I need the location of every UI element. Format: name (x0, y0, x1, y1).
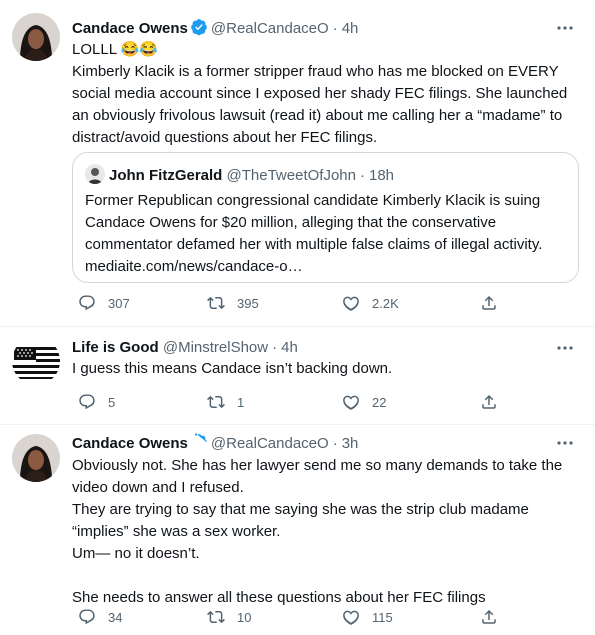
share-icon (482, 394, 496, 409)
retweet-icon (207, 395, 225, 409)
quote-timestamp: 18h (368, 167, 395, 184)
tweet-3[interactable]: Candace Owens @RealCandaceO · 3h Obviously … (0, 425, 595, 635)
tweet-header: Candace Owens @RealCandaceO · 4h (72, 18, 358, 42)
tweet-line: LOLLL 😂😂 (72, 41, 159, 58)
like-button[interactable]: 22 (342, 392, 386, 412)
avatar[interactable] (12, 13, 60, 61)
tweet-header: Life is Good @MinstrelShow · 4h (72, 339, 298, 356)
like-button[interactable]: 2.2K (342, 293, 399, 313)
reply-button[interactable]: 5 (78, 392, 115, 412)
more-icon[interactable] (555, 338, 575, 358)
like-count: 22 (372, 394, 387, 410)
like-icon (343, 395, 359, 410)
tweet-actions: 307 395 2.2K (72, 293, 512, 313)
reply-count: 5 (108, 394, 116, 410)
reply-count: 34 (108, 609, 123, 625)
retweet-button[interactable]: 10 (207, 607, 251, 627)
share-button[interactable] (480, 607, 498, 627)
quote-line: Candace Owens for $20 million, alleging … (85, 214, 497, 231)
tweet-line: Obviously not. She has her lawyer send m… (72, 457, 563, 474)
display-name[interactable]: Life is Good (72, 339, 159, 356)
reply-icon (79, 295, 95, 311)
quoted-tweet[interactable]: John FitzGerald @TheTweetOfJohn · 18h Form… (72, 152, 579, 283)
share-button[interactable] (480, 392, 498, 412)
retweet-count: 1 (237, 394, 245, 410)
retweet-icon (207, 610, 225, 624)
reply-button[interactable]: 307 (78, 293, 130, 313)
tweet-1[interactable]: Candace Owens @RealCandaceO · 4h LOLLL 😂😂 K… (0, 0, 595, 325)
reply-button[interactable]: 34 (78, 607, 122, 627)
more-icon[interactable] (555, 433, 575, 453)
avatar[interactable] (12, 337, 60, 385)
like-icon (343, 296, 359, 311)
retweet-button[interactable]: 1 (207, 392, 244, 412)
timestamp[interactable]: 3h (342, 435, 359, 452)
like-button[interactable]: 115 (342, 607, 393, 627)
display-name[interactable]: Candace Owens (72, 435, 188, 452)
share-button[interactable] (480, 293, 498, 313)
tweet-line: distract/avoid questions about her FEC f… (72, 129, 378, 146)
tweet-line: They are trying to say that me saying sh… (72, 501, 529, 518)
like-icon (343, 610, 359, 625)
quote-avatar (85, 164, 105, 184)
handle[interactable]: @MinstrelShow (163, 339, 268, 356)
verified-badge-icon (190, 18, 208, 42)
tweet-line: Kimberly Klacik is a former stripper fra… (72, 63, 559, 80)
tweet-line: I guess this means Candace isn’t backing… (72, 360, 393, 377)
tweet-2[interactable]: Life is Good @MinstrelShow · 4h I guess th… (0, 327, 595, 423)
like-count: 115 (372, 609, 393, 625)
quote-header: John FitzGerald @TheTweetOfJohn · 18h (85, 164, 394, 186)
tweet-text: Obviously not. She has her lawyer send m… (72, 456, 572, 608)
like-count: 2.2K (372, 295, 399, 311)
reply-count: 307 (108, 295, 130, 311)
share-icon (482, 295, 496, 310)
retweet-button[interactable]: 395 (207, 293, 259, 313)
retweet-count: 10 (237, 609, 252, 625)
tweet-line: “implies” she was a sex worker. (72, 523, 281, 540)
quote-link[interactable]: mediaite.com/news/candace-o… (85, 257, 570, 277)
tweet-actions: 5 1 22 (72, 392, 512, 412)
tweet-line (72, 566, 572, 586)
tweet-line: an obviously frivolous lawsuit (read it)… (72, 107, 563, 124)
quote-line: Former Republican congressional candidat… (85, 192, 541, 209)
more-icon[interactable] (555, 18, 575, 38)
tweet-line: video down and I refused. (72, 479, 244, 496)
share-icon (482, 609, 496, 624)
reply-icon (79, 609, 95, 625)
tweet-line: social media account since I exposed her… (72, 85, 568, 102)
tweet-line: She needs to answer all these questions … (72, 589, 486, 606)
handle[interactable]: @RealCandaceO (211, 20, 329, 37)
reply-icon (79, 394, 95, 410)
quote-line: commentator defamed her with multiple fa… (85, 236, 543, 253)
tweet-line: Um— no it doesn’t. (72, 545, 200, 562)
timestamp[interactable]: 4h (281, 339, 298, 356)
handle[interactable]: @RealCandaceO (211, 435, 329, 452)
display-name[interactable]: Candace Owens (72, 20, 188, 37)
quote-display-name: John FitzGerald (109, 167, 223, 184)
tweet-text: LOLLL 😂😂 Kimberly Klacik is a former str… (72, 40, 572, 148)
avatar[interactable] (12, 434, 60, 482)
retweet-icon (207, 296, 225, 310)
timestamp[interactable]: 4h (342, 20, 359, 37)
quote-handle: @TheTweetOfJohn (226, 167, 356, 184)
retweet-count: 395 (237, 295, 259, 311)
tweet-actions: 34 10 115 (72, 607, 512, 627)
tweet-text: I guess this means Candace isn’t backing… (72, 359, 572, 379)
verified-badge-icon (190, 433, 208, 457)
tweet-header: Candace Owens @RealCandaceO · 3h (72, 433, 358, 457)
quote-text: Former Republican congressional candidat… (85, 191, 570, 277)
